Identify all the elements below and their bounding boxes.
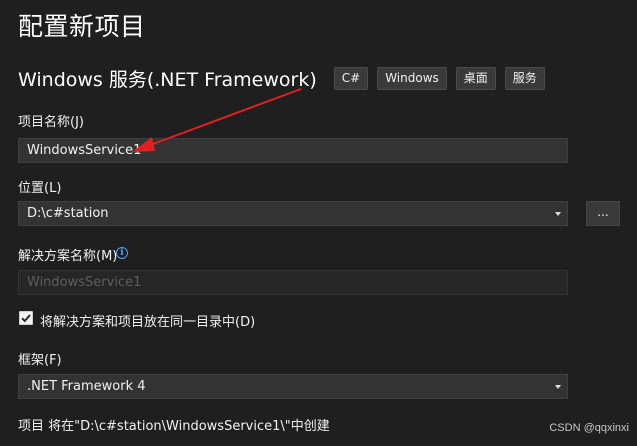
- red-arrow-icon: [132, 88, 302, 152]
- configure-new-project-page: 配置新项目 Windows 服务(.NET Framework) C# Wind…: [0, 0, 637, 446]
